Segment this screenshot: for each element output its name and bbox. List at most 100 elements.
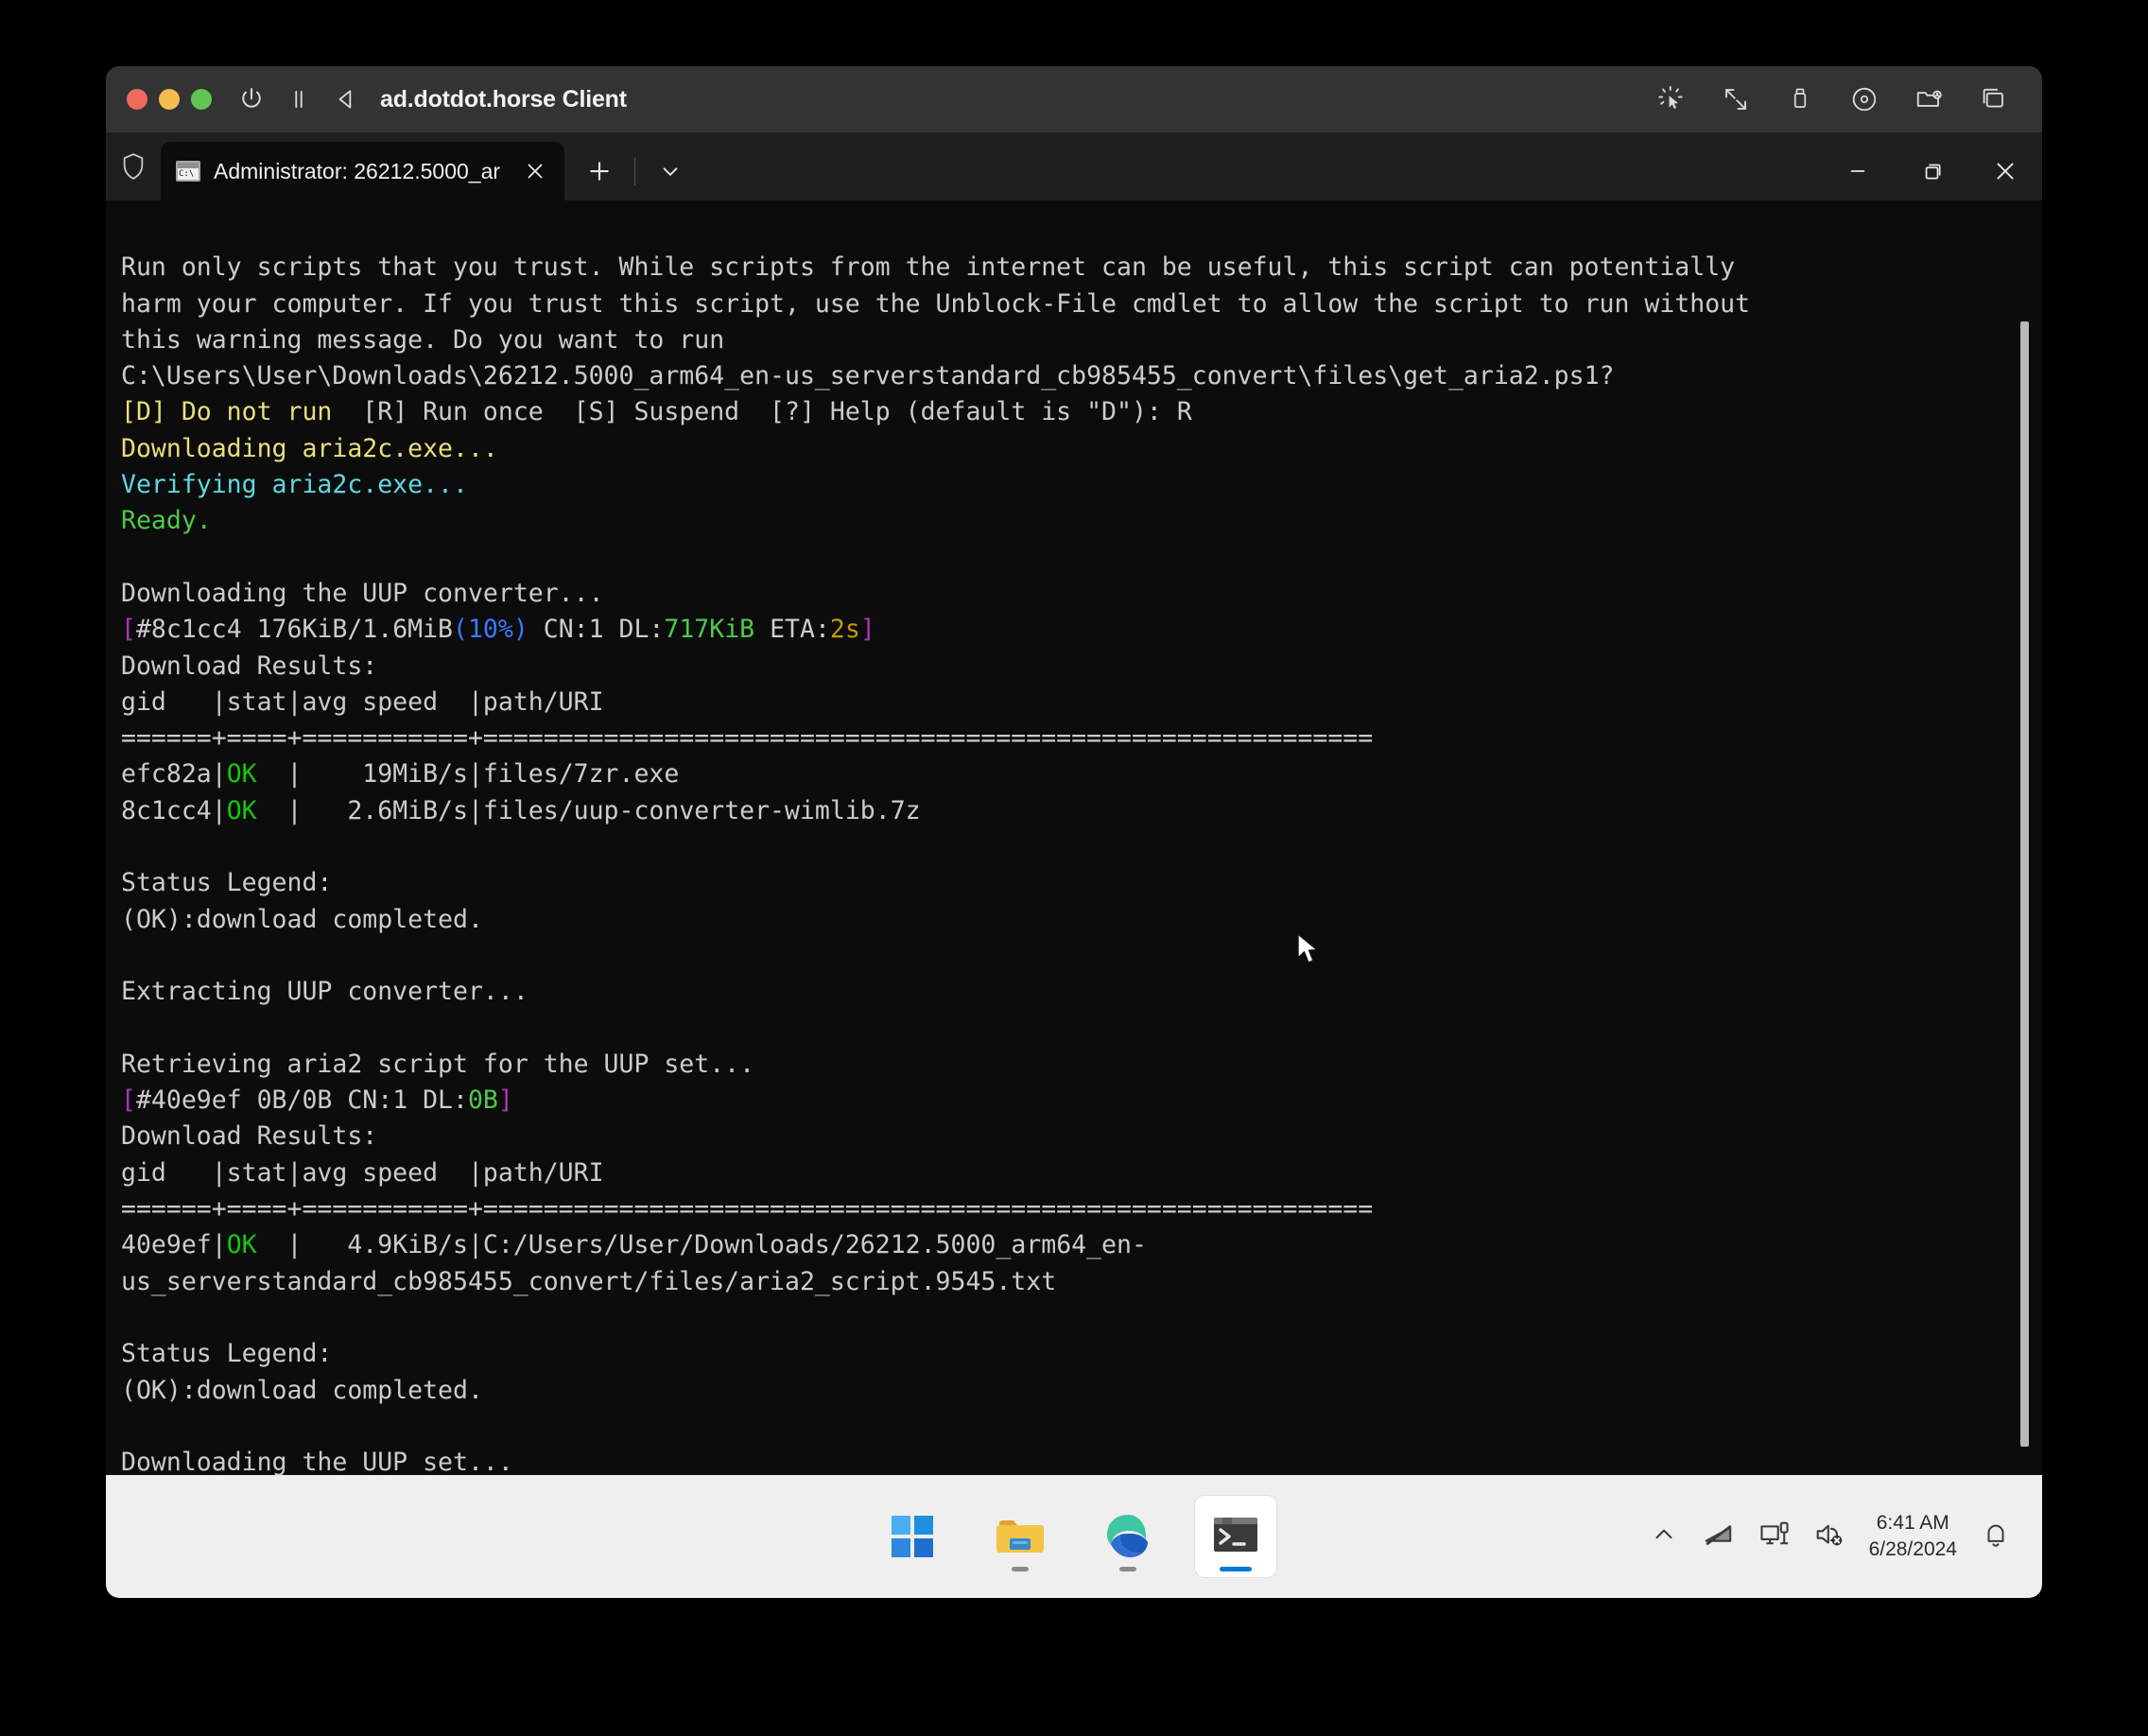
results-table-rule-2: ======+====+===========+================… <box>121 1194 1374 1224</box>
taskbar-indicator-active <box>1220 1567 1252 1571</box>
downloading-aria2c-status: Downloading aria2c.exe... <box>121 433 498 463</box>
progress1-close-bracket: ] <box>859 615 875 645</box>
tab-close-icon[interactable] <box>513 149 557 193</box>
window-close-button[interactable] <box>127 89 147 110</box>
warning-line-2: harm your computer. If you trust this sc… <box>121 288 1751 319</box>
console-icon <box>176 161 200 182</box>
windows-taskbar: 6:41 AM 6/28/2024 <box>106 1475 2042 1598</box>
progress2-speed: 0B <box>467 1085 498 1116</box>
terminal-line: Extracting UUP converter... <box>121 974 1989 1010</box>
terminal-text: Run only scripts that you trust. While s… <box>106 214 2042 1475</box>
prompt-rest: [R] Run once [S] Suspend [?] Help (defau… <box>347 397 1192 427</box>
terminal-line: C:\Users\User\Downloads\26212.5000_arm64… <box>121 358 1989 394</box>
terminal-line: Run only scripts that you trust. While s… <box>121 250 1989 286</box>
terminal-line: Download Results: <box>121 649 1989 685</box>
terminal-tabstrip: Administrator: 26212.5000_ar <box>106 132 2042 200</box>
usb-device-icon[interactable] <box>1781 80 1819 118</box>
row1-gid: efc82a| <box>121 759 227 790</box>
shield-icon <box>106 132 161 200</box>
download-results-heading-2: Download Results: <box>121 1121 378 1152</box>
new-tab-icon[interactable] <box>578 149 621 193</box>
status-legend-heading-1: Status Legend: <box>121 868 333 898</box>
table-row: 8c1cc4|OK | 2.6MiB/s|files/uup-converter… <box>121 793 1989 829</box>
back-arrow-icon[interactable] <box>327 80 365 118</box>
terminal-line: harm your computer. If you trust this sc… <box>121 286 1989 322</box>
terminal-close-button[interactable] <box>1968 137 2042 205</box>
results-table-header-1: gid |stat|avg speed |path/URI <box>121 686 604 717</box>
terminal-line: [#40e9ef 0B/0B CN:1 DL:0B] <box>121 1083 1989 1119</box>
terminal-line: [D] Do not run [R] Run once [S] Suspend … <box>121 394 1989 430</box>
disc-icon[interactable] <box>1845 80 1883 118</box>
power-icon[interactable] <box>233 80 270 118</box>
ready-status: Ready. <box>121 506 212 536</box>
terminal-line: gid |stat|avg speed |path/URI <box>121 1155 1989 1191</box>
progress2-open-bracket: [ <box>121 1085 136 1116</box>
terminal-button[interactable] <box>1195 1496 1276 1577</box>
table-row: efc82a|OK | 19MiB/s|files/7zr.exe <box>121 756 1989 792</box>
row2-gid: 8c1cc4| <box>121 795 227 825</box>
chevron-down-icon[interactable] <box>649 149 692 193</box>
fullscreen-arrows-icon[interactable] <box>1717 80 1755 118</box>
progress1-gid: #8c1cc4 176KiB/1.6MiB <box>135 615 454 645</box>
terminal-line: Download Results: <box>121 1119 1989 1154</box>
windows-copy-icon[interactable] <box>1974 80 2012 118</box>
viewer-title: ad.dotdot.horse Client <box>380 85 627 113</box>
progress1-eta-label: ETA: <box>754 615 830 645</box>
window-minimize-button[interactable] <box>159 89 180 110</box>
progress1-cn: CN:1 DL: <box>528 615 665 645</box>
window-zoom-button[interactable] <box>191 89 212 110</box>
terminal-line: this warning message. Do you want to run <box>121 322 1989 358</box>
ok-legend-2: (OK):download completed. <box>121 1375 483 1405</box>
tabstrip-divider <box>634 157 636 185</box>
terminal-scrollbar[interactable] <box>2020 321 2029 1447</box>
downloading-converter-status: Downloading the UUP converter... <box>121 578 604 608</box>
terminal-line: gid |stat|avg speed |path/URI <box>121 685 1989 720</box>
tabstrip-actions <box>564 142 2042 200</box>
extracting-status: Extracting UUP converter... <box>121 977 528 1007</box>
status-legend-heading-2: Status Legend: <box>121 1339 333 1369</box>
terminal-line: Retrieving aria2 script for the UUP set.… <box>121 1047 1989 1083</box>
pause-icon[interactable] <box>280 80 318 118</box>
taskbar-app-group <box>106 1496 2042 1577</box>
terminal-line: Verifying aria2c.exe... <box>121 467 1989 503</box>
download-results-heading-1: Download Results: <box>121 651 378 681</box>
terminal-line: ======+====+===========+================… <box>121 1191 1989 1227</box>
terminal-output-area[interactable]: Run only scripts that you trust. While s… <box>106 200 2042 1475</box>
shared-folder-icon[interactable] <box>1910 80 1948 118</box>
progress1-speed: 717KiB <box>664 615 755 645</box>
progress2-close-bracket: ] <box>497 1085 513 1116</box>
terminal-maximize-button[interactable] <box>1895 137 1968 205</box>
row3-rest: | 4.9KiB/s|C:/Users/User/Downloads/26212… <box>121 1230 1147 1296</box>
viewer-titlebar: ad.dotdot.horse Client <box>106 66 2042 132</box>
row2-rest: | 2.6MiB/s|files/uup-converter-wimlib.7z <box>256 795 921 825</box>
script-path: C:\Users\User\Downloads\26212.5000_arm64… <box>121 361 1615 391</box>
terminal-window-controls <box>1821 137 2042 205</box>
results-table-rule-1: ======+====+===========+================… <box>121 723 1374 754</box>
terminal-line: (OK):download completed. <box>121 902 1989 938</box>
terminal-minimize-button[interactable] <box>1821 137 1895 205</box>
file-explorer-button[interactable] <box>979 1496 1061 1577</box>
pointer-click-icon[interactable] <box>1653 80 1690 118</box>
retrieving-status: Retrieving aria2 script for the UUP set.… <box>121 1049 755 1079</box>
terminal-line: [#8c1cc4 176KiB/1.6MiB(10%) CN:1 DL:717K… <box>121 612 1989 648</box>
edge-button[interactable] <box>1087 1496 1169 1577</box>
start-button[interactable] <box>872 1496 953 1577</box>
terminal-tab-active[interactable]: Administrator: 26212.5000_ar <box>161 142 565 200</box>
warning-line-3: this warning message. Do you want to run <box>121 324 725 355</box>
progress1-open-bracket: [ <box>121 615 136 645</box>
terminal-line: Ready. <box>121 503 1989 539</box>
terminal-line: Downloading aria2c.exe... <box>121 431 1989 467</box>
results-table-header-2: gid |stat|avg speed |path/URI <box>121 1157 604 1188</box>
table-row: 40e9ef|OK | 4.9KiB/s|C:/Users/User/Downl… <box>121 1227 1989 1300</box>
progress1-percent: (10%) <box>453 615 528 645</box>
remote-viewer-window: ad.dotdot.horse Client C:\ Administrator… <box>106 66 2042 1598</box>
prompt-do-not-run: [D] Do not run <box>121 397 348 427</box>
downloading-set-status: Downloading the UUP set... <box>121 1448 513 1475</box>
terminal-line: Status Legend: <box>121 865 1989 901</box>
